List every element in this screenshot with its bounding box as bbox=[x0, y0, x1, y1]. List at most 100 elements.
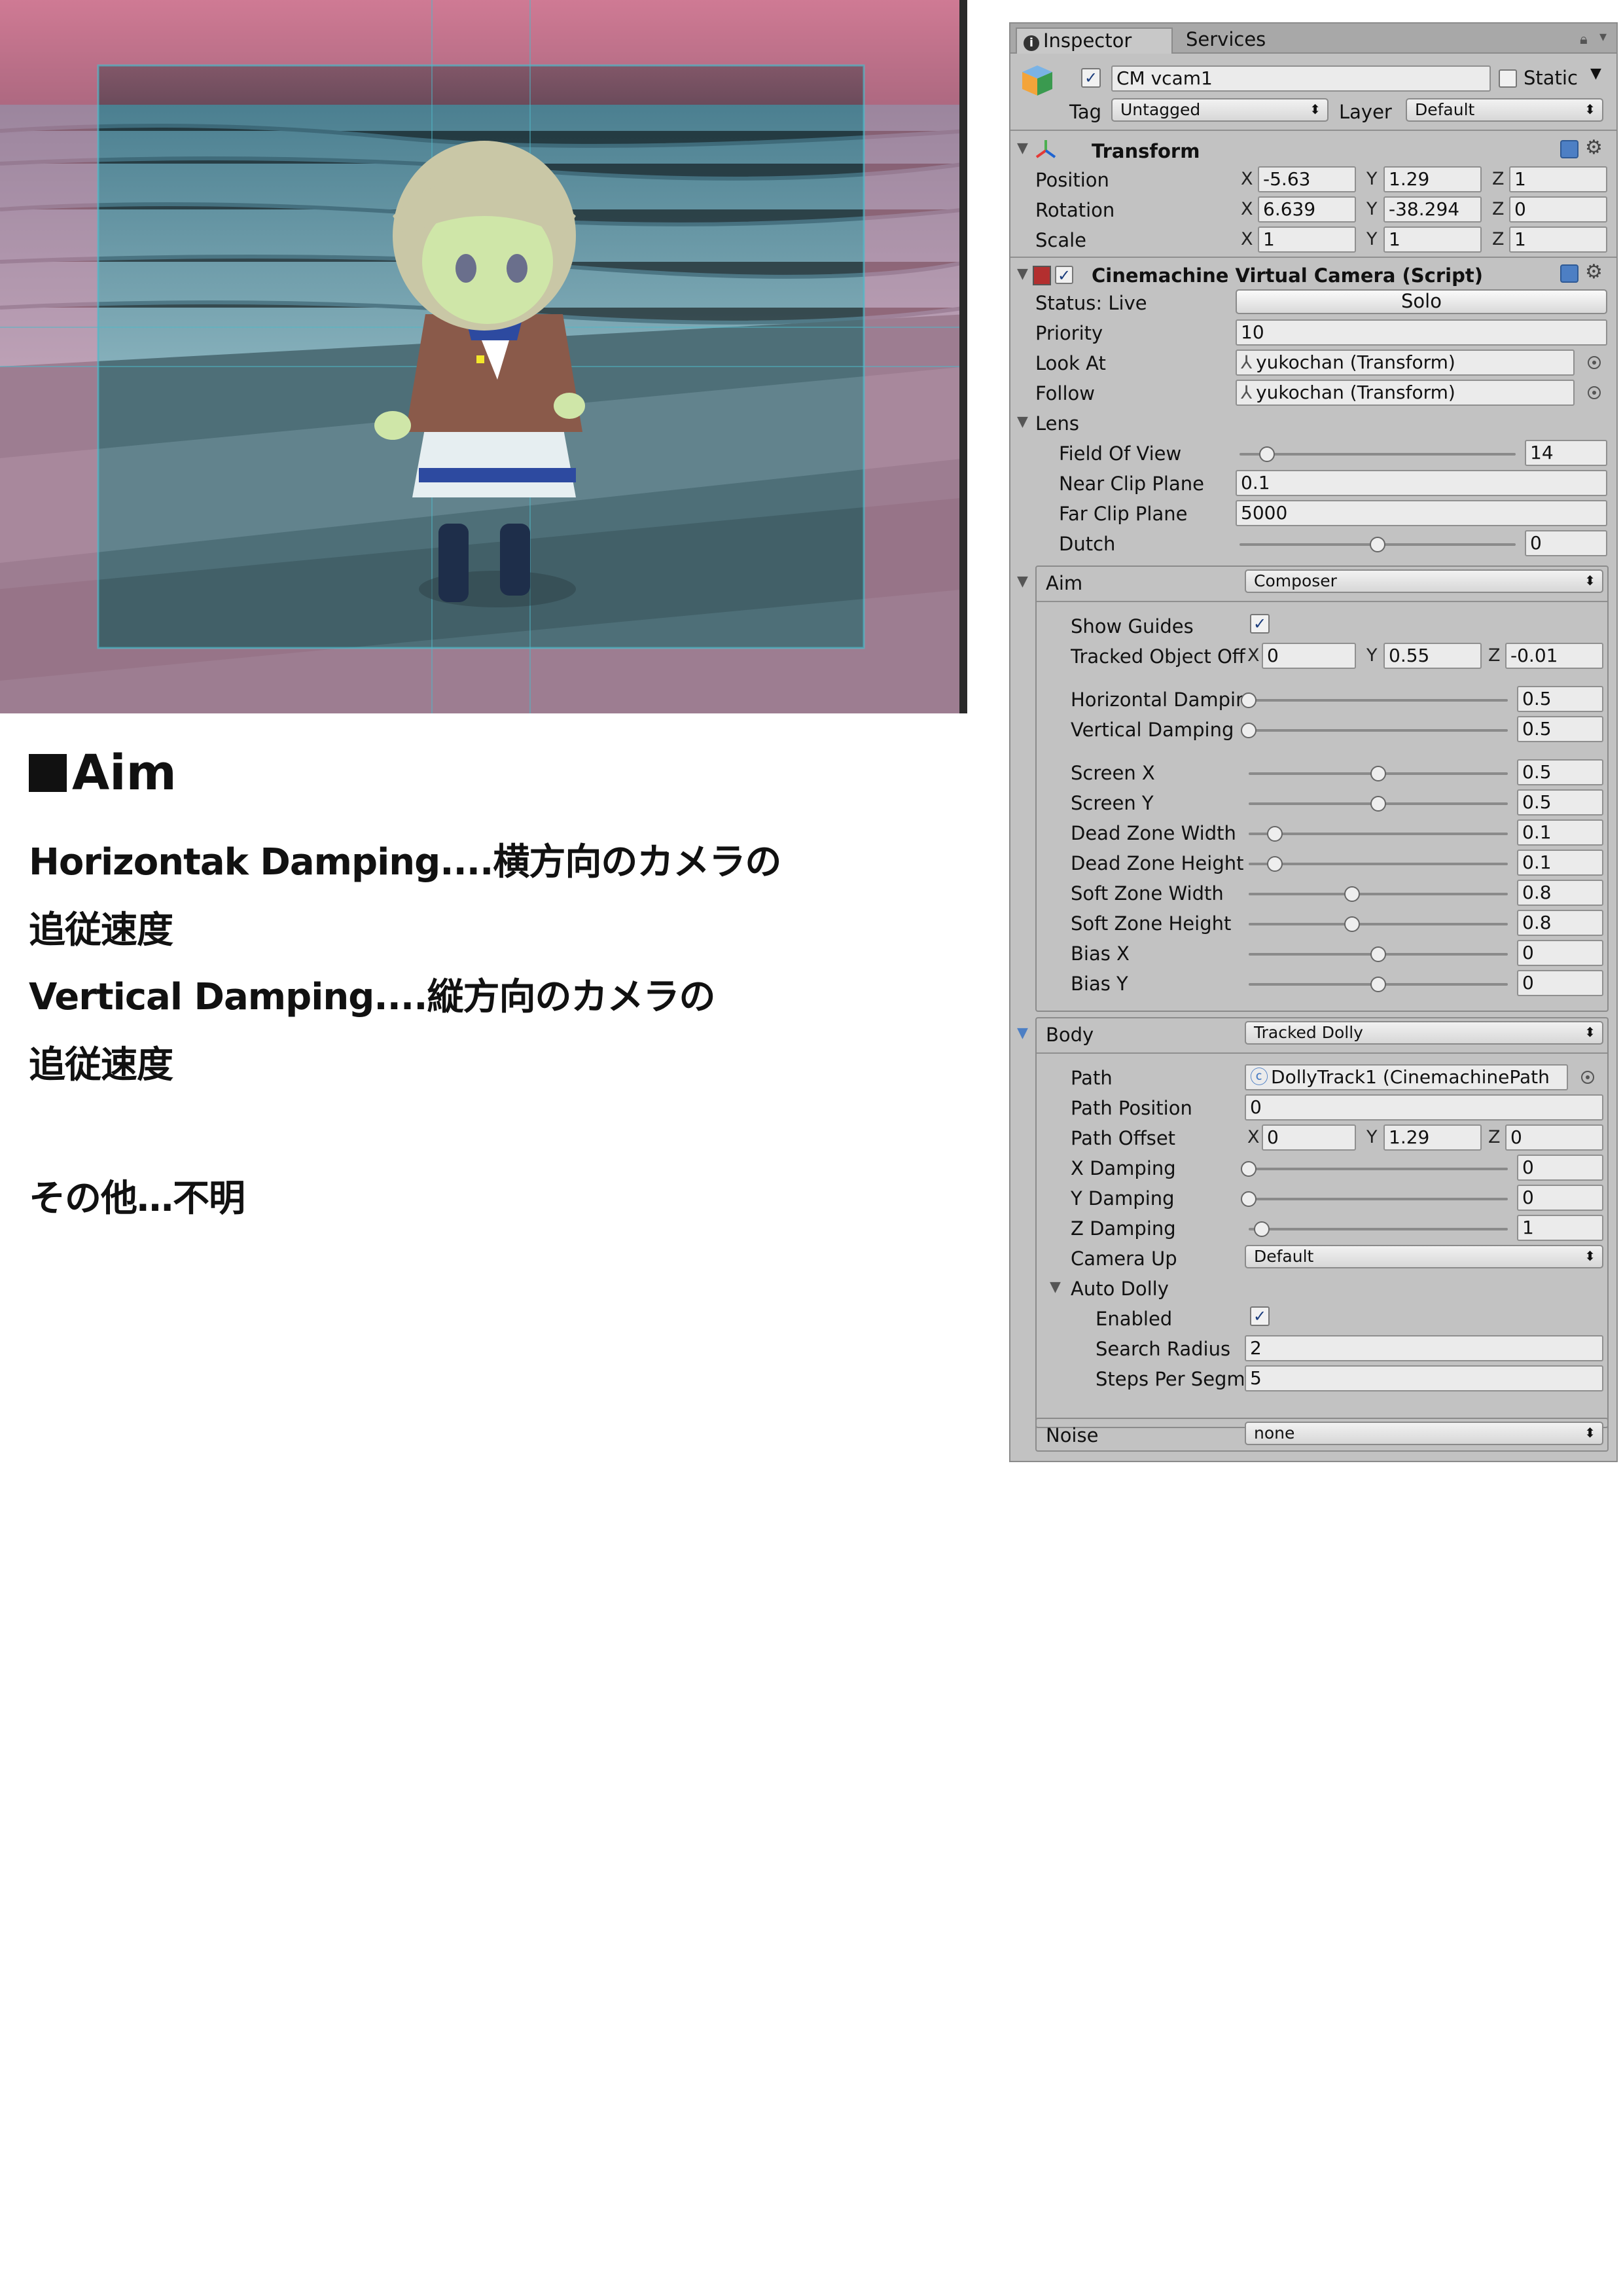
position-z-field[interactable]: 1 bbox=[1509, 166, 1607, 192]
body-mode-dropdown[interactable]: Tracked Dolly ⬍ bbox=[1245, 1021, 1603, 1045]
static-checkbox[interactable] bbox=[1499, 69, 1517, 88]
priority-field[interactable]: 10 bbox=[1236, 319, 1607, 346]
foldout-arrow-icon[interactable]: ▼ bbox=[1050, 1279, 1061, 1295]
dead-zone-height-knob[interactable] bbox=[1266, 856, 1283, 872]
fov-slider-knob[interactable] bbox=[1259, 446, 1275, 462]
x-damping-label: X Damping bbox=[1071, 1157, 1176, 1179]
path-offset-y-field[interactable]: 1.29 bbox=[1383, 1124, 1482, 1151]
x-damping-knob[interactable] bbox=[1241, 1161, 1257, 1177]
fov-field[interactable]: 14 bbox=[1525, 440, 1607, 466]
tracked-offset-z-field[interactable]: -0.01 bbox=[1505, 643, 1603, 669]
z-damping-knob[interactable] bbox=[1253, 1221, 1270, 1237]
tab-services[interactable]: Services bbox=[1179, 27, 1310, 54]
rotation-x-field[interactable]: 6.639 bbox=[1258, 196, 1356, 223]
gear-icon[interactable]: ⚙ bbox=[1585, 136, 1603, 159]
solo-button[interactable]: Solo bbox=[1236, 289, 1607, 314]
z-damping-track[interactable] bbox=[1249, 1228, 1508, 1230]
follow-field[interactable]: ⅄ yukochan (Transform) bbox=[1236, 380, 1575, 406]
soft-zone-height-field[interactable]: 0.8 bbox=[1517, 910, 1603, 936]
bias-x-field[interactable]: 0 bbox=[1517, 940, 1603, 966]
help-book-icon[interactable] bbox=[1560, 140, 1578, 158]
vertical-damping-knob[interactable] bbox=[1241, 723, 1257, 738]
dead-zone-width-knob[interactable] bbox=[1266, 826, 1283, 842]
object-picker-icon[interactable] bbox=[1588, 386, 1601, 399]
far-clip-field[interactable]: 5000 bbox=[1236, 500, 1607, 526]
y-damping-field[interactable]: 0 bbox=[1517, 1185, 1603, 1211]
scale-z-field[interactable]: 1 bbox=[1509, 226, 1607, 253]
fov-slider-track[interactable] bbox=[1240, 453, 1516, 456]
soft-zone-height-track[interactable] bbox=[1249, 923, 1508, 925]
lock-icon[interactable]: 🔒︎ bbox=[1580, 31, 1588, 48]
active-checkbox[interactable]: ✓ bbox=[1081, 68, 1101, 88]
position-y-field[interactable]: 1.29 bbox=[1383, 166, 1482, 192]
tracked-offset-y-field[interactable]: 0.55 bbox=[1383, 643, 1482, 669]
tracked-offset-x-field[interactable]: 0 bbox=[1262, 643, 1356, 669]
layer-dropdown[interactable]: Default ⬍ bbox=[1406, 98, 1603, 122]
gear-icon[interactable]: ⚙ bbox=[1585, 260, 1603, 283]
aim-label: Aim bbox=[1046, 572, 1083, 594]
dead-zone-width-field[interactable]: 0.1 bbox=[1517, 819, 1603, 846]
screen-y-knob[interactable] bbox=[1370, 796, 1386, 812]
foldout-arrow-icon[interactable]: ▼ bbox=[1017, 573, 1028, 590]
look-at-label: Look At bbox=[1035, 352, 1106, 374]
noise-mode-dropdown[interactable]: none ⬍ bbox=[1245, 1422, 1603, 1445]
rotation-z-field[interactable]: 0 bbox=[1509, 196, 1607, 223]
dead-zone-height-field[interactable]: 0.1 bbox=[1517, 850, 1603, 876]
x-damping-field[interactable]: 0 bbox=[1517, 1155, 1603, 1181]
vcam-enabled-checkbox[interactable]: ✓ bbox=[1055, 266, 1073, 284]
scene-view[interactable] bbox=[0, 0, 967, 713]
object-picker-icon[interactable] bbox=[1581, 1071, 1594, 1084]
foldout-arrow-icon[interactable]: ▼ bbox=[1017, 266, 1028, 282]
dutch-field[interactable]: 0 bbox=[1525, 530, 1607, 556]
foldout-arrow-icon[interactable]: ▼ bbox=[1017, 414, 1028, 430]
path-offset-z-field[interactable]: 0 bbox=[1505, 1124, 1603, 1151]
dead-zone-height-track[interactable] bbox=[1249, 863, 1508, 865]
soft-zone-width-track[interactable] bbox=[1249, 893, 1508, 895]
aim-mode-dropdown[interactable]: Composer ⬍ bbox=[1245, 569, 1603, 593]
y-damping-knob[interactable] bbox=[1241, 1191, 1257, 1207]
help-book-icon[interactable] bbox=[1560, 264, 1578, 283]
layer-label: Layer bbox=[1339, 101, 1392, 123]
position-x-field[interactable]: -5.63 bbox=[1258, 166, 1356, 192]
tab-inspector[interactable]: i Inspector bbox=[1016, 27, 1173, 54]
z-damping-field[interactable]: 1 bbox=[1517, 1215, 1603, 1241]
static-dropdown-arrow-icon[interactable]: ▼ bbox=[1590, 65, 1601, 82]
bias-y-field[interactable]: 0 bbox=[1517, 970, 1603, 996]
screen-x-knob[interactable] bbox=[1370, 766, 1386, 781]
vertical-damping-field[interactable]: 0.5 bbox=[1517, 716, 1603, 742]
vertical-damping-track[interactable] bbox=[1249, 729, 1508, 732]
tag-dropdown[interactable]: Untagged ⬍ bbox=[1111, 98, 1329, 122]
rotation-y-field[interactable]: -38.294 bbox=[1383, 196, 1482, 223]
path-offset-x-field[interactable]: 0 bbox=[1262, 1124, 1356, 1151]
y-damping-track[interactable] bbox=[1249, 1198, 1508, 1200]
search-radius-field[interactable]: 2 bbox=[1245, 1335, 1603, 1361]
inspector-tab-bar: i Inspector Services 🔒︎ ▾ bbox=[1010, 24, 1616, 54]
path-field[interactable]: ⓒ DollyTrack1 (CinemachinePath bbox=[1245, 1064, 1568, 1090]
screen-x-field[interactable]: 0.5 bbox=[1517, 759, 1603, 785]
screen-y-field[interactable]: 0.5 bbox=[1517, 789, 1603, 816]
panel-menu-icon[interactable]: ▾ bbox=[1599, 29, 1607, 45]
horizontal-damping-field[interactable]: 0.5 bbox=[1517, 686, 1603, 712]
dead-zone-width-track[interactable] bbox=[1249, 833, 1508, 835]
auto-dolly-enabled-checkbox[interactable]: ✓ bbox=[1250, 1306, 1270, 1326]
object-name-field[interactable]: CM vcam1 bbox=[1111, 65, 1491, 92]
foldout-arrow-icon[interactable]: ▼ bbox=[1017, 1025, 1028, 1041]
soft-zone-width-field[interactable]: 0.8 bbox=[1517, 880, 1603, 906]
horizontal-damping-knob[interactable] bbox=[1241, 692, 1257, 708]
show-guides-checkbox[interactable]: ✓ bbox=[1250, 614, 1270, 634]
soft-zone-width-label: Soft Zone Width bbox=[1071, 882, 1224, 905]
steps-per-segment-field[interactable]: 5 bbox=[1245, 1365, 1603, 1391]
dutch-slider-knob[interactable] bbox=[1370, 537, 1385, 552]
bias-x-knob[interactable] bbox=[1370, 946, 1386, 962]
x-damping-track[interactable] bbox=[1249, 1168, 1508, 1170]
scale-x-field[interactable]: 1 bbox=[1258, 226, 1356, 253]
bias-y-knob[interactable] bbox=[1370, 977, 1386, 992]
camera-up-dropdown[interactable]: Default ⬍ bbox=[1245, 1245, 1603, 1268]
scale-y-field[interactable]: 1 bbox=[1383, 226, 1482, 253]
path-position-field[interactable]: 0 bbox=[1245, 1094, 1603, 1121]
foldout-arrow-icon[interactable]: ▼ bbox=[1017, 140, 1028, 156]
object-picker-icon[interactable] bbox=[1588, 356, 1601, 369]
horizontal-damping-track[interactable] bbox=[1249, 699, 1508, 702]
near-clip-field[interactable]: 0.1 bbox=[1236, 470, 1607, 496]
look-at-field[interactable]: ⅄ yukochan (Transform) bbox=[1236, 350, 1575, 376]
